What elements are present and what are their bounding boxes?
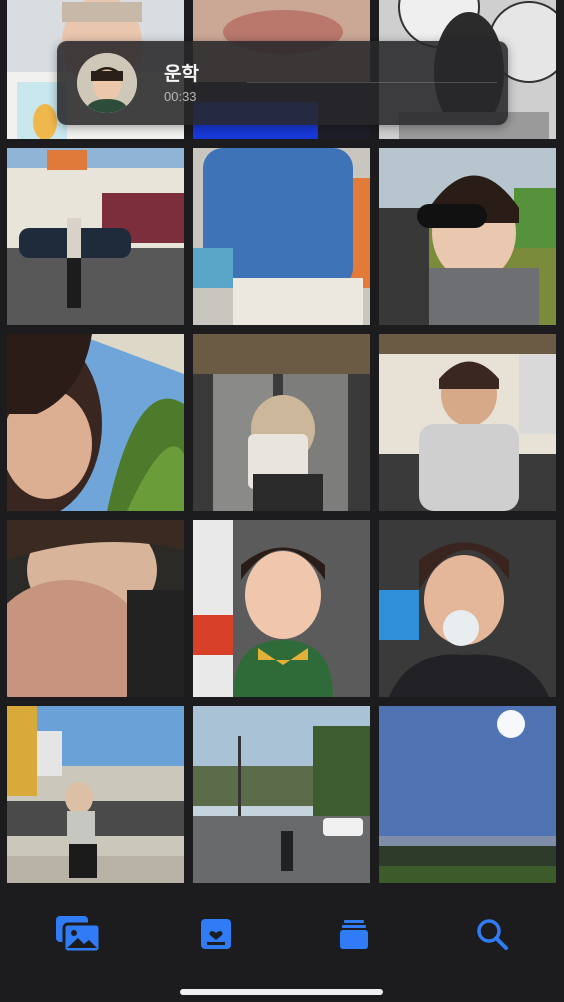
tab-memories[interactable] <box>188 913 244 955</box>
photo-thumbnail[interactable] <box>7 706 184 883</box>
photo-grid <box>7 0 557 883</box>
tab-search[interactable] <box>464 913 520 955</box>
photo-thumbnail[interactable] <box>7 520 184 697</box>
albums-icon <box>340 920 368 949</box>
search-icon <box>477 919 508 950</box>
photo-image <box>193 334 370 511</box>
photo-thumbnail[interactable] <box>193 706 370 883</box>
avatar <box>77 53 137 113</box>
progress-track <box>247 82 497 83</box>
now-playing-duration: 00:33 <box>164 89 197 104</box>
photo-image <box>193 706 370 883</box>
photo-image <box>379 520 556 697</box>
photo-thumbnail[interactable] <box>7 148 184 325</box>
photo-image <box>193 148 370 325</box>
photo-thumbnail[interactable] <box>193 334 370 511</box>
photo-thumbnail[interactable] <box>193 520 370 697</box>
photo-image <box>7 706 184 883</box>
photo-image <box>379 706 556 883</box>
photo-thumbnail[interactable] <box>379 520 556 697</box>
photo-image <box>7 520 184 697</box>
memories-icon <box>201 919 231 949</box>
tab-bar <box>0 893 564 1002</box>
photo-image <box>193 520 370 697</box>
tab-albums[interactable] <box>326 913 382 955</box>
photo-thumbnail[interactable] <box>379 706 556 883</box>
photo-image <box>379 148 556 325</box>
photo-image <box>379 334 556 511</box>
tab-photos[interactable] <box>50 913 106 955</box>
photo-thumbnail[interactable] <box>7 334 184 511</box>
home-indicator <box>180 989 383 995</box>
photo-thumbnail[interactable] <box>193 148 370 325</box>
photo-image <box>7 148 184 325</box>
photos-icon <box>56 916 102 954</box>
now-playing-banner[interactable]: 운학 00:33 <box>57 41 508 125</box>
avatar-image <box>77 53 137 113</box>
photo-thumbnail[interactable] <box>379 148 556 325</box>
photo-thumbnail[interactable] <box>379 334 556 511</box>
now-playing-name: 운학 <box>164 63 199 85</box>
photo-image <box>7 334 184 511</box>
